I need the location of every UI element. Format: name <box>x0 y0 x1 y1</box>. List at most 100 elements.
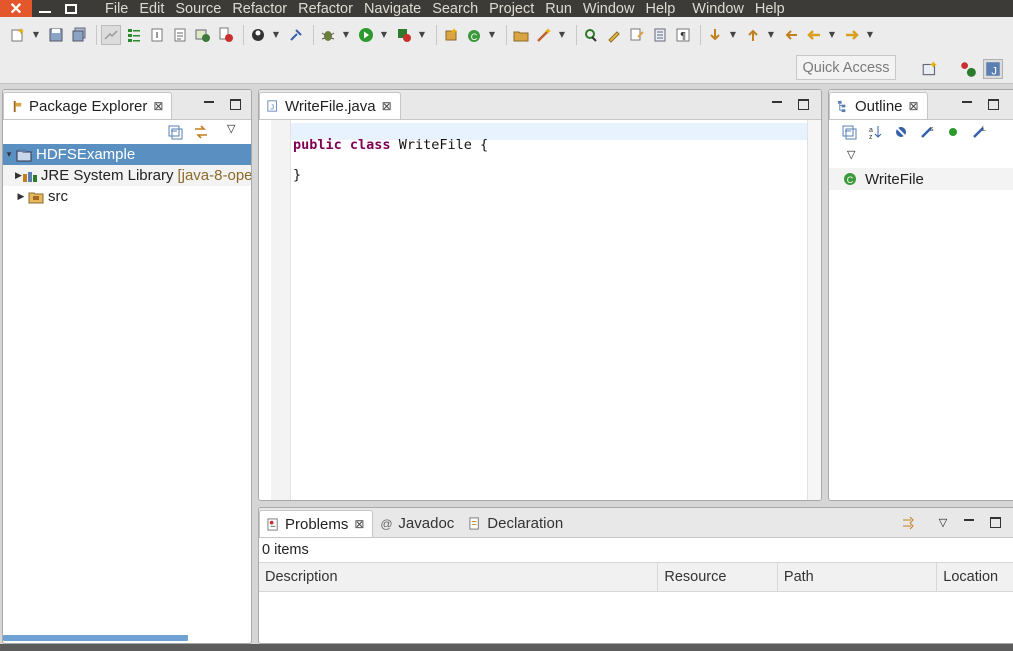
chevron-down-icon[interactable]: ▼ <box>271 25 281 45</box>
history-icon[interactable] <box>627 25 647 45</box>
mark-occurrences-icon[interactable] <box>124 25 144 45</box>
java-perspective-icon[interactable]: J <box>983 59 1003 79</box>
chevron-down-icon[interactable]: ▼ <box>865 25 875 45</box>
chevron-down-icon[interactable]: ▼ <box>379 25 389 45</box>
block-selection-icon[interactable] <box>147 25 167 45</box>
collapse-all-icon[interactable] <box>841 124 857 144</box>
menu-search[interactable]: Search <box>432 1 478 17</box>
debug-icon[interactable] <box>318 25 338 45</box>
expand-arrow-icon[interactable]: ▶ <box>3 191 27 202</box>
quick-access-field[interactable]: Quick Access <box>796 55 896 80</box>
hide-local-types-icon[interactable]: L <box>971 124 987 144</box>
column-resource[interactable]: Resource <box>658 563 778 591</box>
chevron-down-icon[interactable]: ▼ <box>31 25 41 45</box>
expand-arrow-icon[interactable]: ▶ <box>3 170 22 181</box>
sort-icon[interactable]: az <box>867 124 883 144</box>
previous-edit-icon[interactable] <box>743 25 763 45</box>
next-edit-icon[interactable] <box>705 25 725 45</box>
chevron-down-icon[interactable]: ▼ <box>766 25 776 45</box>
back-icon[interactable] <box>804 25 824 45</box>
maximize-icon[interactable] <box>793 96 813 112</box>
hide-fields-icon[interactable] <box>893 124 909 144</box>
tab-declaration[interactable]: Declaration <box>462 510 571 537</box>
tree-item-src[interactable]: ▶ src <box>3 186 251 207</box>
tab-package-explorer[interactable]: Package Explorer ⊠ <box>3 92 173 119</box>
tab-writefile-java[interactable]: J WriteFile.java ⊠ <box>259 92 401 119</box>
external-tools-icon[interactable] <box>394 25 414 45</box>
collapse-all-icon[interactable] <box>167 124 183 144</box>
save-all-icon[interactable] <box>69 25 89 45</box>
link-with-editor-icon[interactable] <box>193 124 209 144</box>
menu-refactor[interactable]: Refactor <box>232 1 287 17</box>
new-icon[interactable] <box>8 25 28 45</box>
tree-item-project[interactable]: ▾ HDFSExample <box>3 144 251 165</box>
column-description[interactable]: Description <box>259 563 659 591</box>
close-icon[interactable]: ⊠ <box>153 99 163 113</box>
close-icon[interactable]: ⊠ <box>382 99 392 113</box>
properties-icon[interactable] <box>650 25 670 45</box>
close-window-button[interactable]: ✕ <box>0 0 32 18</box>
minimize-window-button[interactable] <box>32 0 58 17</box>
tab-outline[interactable]: Outline ⊠ <box>829 92 928 119</box>
view-menu-icon[interactable]: ▽ <box>933 514 953 530</box>
view-menu-icon[interactable]: ▽ <box>227 122 235 135</box>
new-package-icon[interactable] <box>441 25 461 45</box>
minimize-icon[interactable] <box>957 96 977 112</box>
forward-icon[interactable] <box>842 25 862 45</box>
debug-perspective-icon[interactable] <box>958 59 978 79</box>
show-whitespace-icon[interactable] <box>170 25 190 45</box>
tab-javadoc[interactable]: @ Javadoc <box>373 510 462 537</box>
menu-help-2[interactable]: Help <box>755 1 785 17</box>
menu-refactor-2[interactable]: Refactor <box>298 1 353 17</box>
maximize-icon[interactable] <box>985 514 1005 530</box>
open-perspective-icon[interactable] <box>920 59 940 79</box>
hide-non-public-icon[interactable] <box>945 124 961 144</box>
menu-window-2[interactable]: Window <box>692 1 744 17</box>
menu-source[interactable]: Source <box>175 1 221 17</box>
next-annotation-icon[interactable] <box>581 25 601 45</box>
code-text[interactable]: public class WriteFile { } <box>293 130 488 190</box>
tab-problems[interactable]: Problems ⊠ <box>259 510 374 537</box>
close-icon[interactable]: ⊠ <box>909 99 919 113</box>
minimize-icon[interactable] <box>959 514 979 530</box>
highlighter-icon[interactable] <box>604 25 624 45</box>
close-icon[interactable]: ⊠ <box>354 517 364 531</box>
maximize-icon[interactable] <box>225 96 245 112</box>
run-icon[interactable] <box>356 25 376 45</box>
view-menu-icon[interactable]: ▽ <box>847 148 855 161</box>
maximize-window-button[interactable] <box>58 0 84 17</box>
menu-project[interactable]: Project <box>489 1 534 17</box>
code-editor[interactable]: public class WriteFile { } <box>259 120 821 500</box>
horizontal-scrollbar[interactable] <box>3 635 188 641</box>
minimize-icon[interactable] <box>199 96 219 112</box>
collapse-arrow-icon[interactable]: ▾ <box>3 149 15 160</box>
toggle-breadcrumb-icon[interactable] <box>101 24 121 45</box>
outline-item-writefile[interactable]: C WriteFile <box>829 168 1013 190</box>
column-path[interactable]: Path <box>778 563 938 591</box>
view-toolbar-icon[interactable] <box>901 515 917 535</box>
column-location[interactable]: Location <box>937 563 1013 591</box>
chevron-down-icon[interactable]: ▼ <box>728 25 738 45</box>
hide-static-icon[interactable]: s <box>919 124 935 144</box>
minimize-icon[interactable] <box>767 96 787 112</box>
last-edit-location-icon[interactable] <box>781 25 801 45</box>
wand-icon[interactable] <box>534 25 554 45</box>
open-folder-icon[interactable] <box>511 25 531 45</box>
chevron-down-icon[interactable]: ▼ <box>557 25 567 45</box>
menu-file[interactable]: File <box>105 1 128 17</box>
chevron-down-icon[interactable]: ▼ <box>487 25 497 45</box>
chevron-down-icon[interactable]: ▼ <box>417 25 427 45</box>
new-class-icon[interactable]: C <box>464 25 484 45</box>
menu-navigate[interactable]: Navigate <box>364 1 421 17</box>
menu-window[interactable]: Window <box>583 1 635 17</box>
chevron-down-icon[interactable]: ▼ <box>341 25 351 45</box>
maximize-icon[interactable] <box>983 96 1003 112</box>
menu-edit[interactable]: Edit <box>139 1 164 17</box>
menu-run[interactable]: Run <box>545 1 572 17</box>
open-type-icon[interactable] <box>193 25 213 45</box>
paragraph-icon[interactable]: ¶ <box>673 25 693 45</box>
pin-icon[interactable] <box>286 25 306 45</box>
chevron-down-icon[interactable]: ▼ <box>827 25 837 45</box>
save-icon[interactable] <box>46 25 66 45</box>
open-task-icon[interactable] <box>216 25 236 45</box>
